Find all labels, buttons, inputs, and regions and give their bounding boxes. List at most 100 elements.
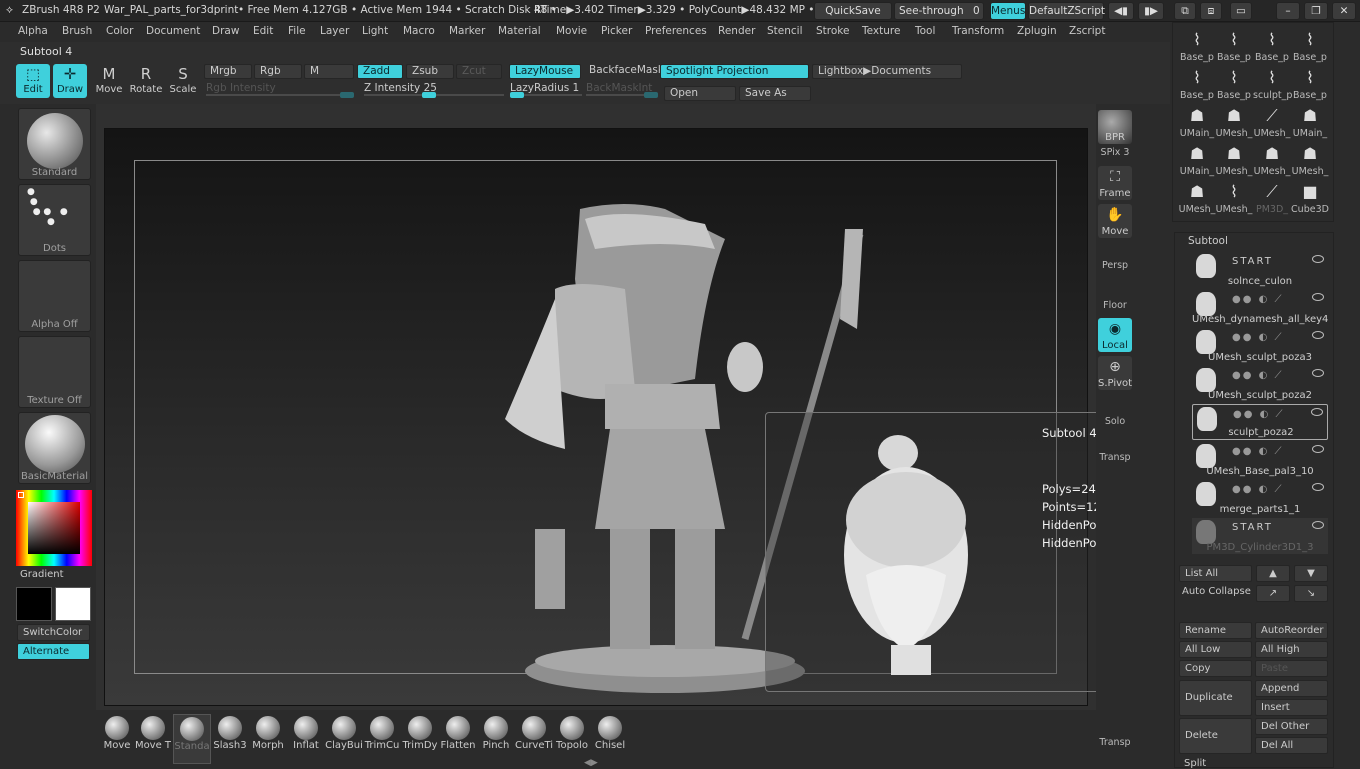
transp-bottom-button[interactable]: Transp bbox=[1096, 737, 1134, 748]
default-zscript-button[interactable]: DefaultZScript bbox=[1028, 2, 1105, 20]
menu-zscript[interactable]: Zscript bbox=[1069, 25, 1105, 37]
tool-tile-12[interactable]: ☗ UMain_ bbox=[1178, 142, 1216, 180]
brush-chisel[interactable]: Chisel bbox=[591, 714, 629, 764]
layout-icon[interactable]: ⧉ bbox=[1174, 2, 1196, 20]
stroke-picker[interactable]: ● ● ● ● ● ● Dots bbox=[18, 184, 91, 256]
menu-layer[interactable]: Layer bbox=[320, 25, 349, 37]
menu-stroke[interactable]: Stroke bbox=[816, 25, 849, 37]
menu-edit[interactable]: Edit bbox=[253, 25, 273, 37]
bpr-button[interactable]: BPR bbox=[1098, 110, 1132, 144]
insert-button[interactable]: Insert bbox=[1255, 699, 1328, 716]
brush-trimdynamic[interactable]: TrimDy bbox=[401, 714, 439, 764]
solo-button[interactable]: Solo bbox=[1096, 416, 1134, 427]
brush-claybuildup[interactable]: ClayBui bbox=[325, 714, 363, 764]
minimize-icon[interactable]: – bbox=[1276, 2, 1300, 20]
rgb-intensity-knob[interactable] bbox=[340, 92, 354, 98]
subtool-toggles-icon[interactable]: ●● ◐ ⟋ bbox=[1232, 332, 1284, 343]
brush-slash3[interactable]: Slash3 bbox=[211, 714, 249, 764]
tool-tile-5[interactable]: ⌇ Base_p bbox=[1215, 66, 1253, 104]
layout-prev-icon[interactable]: ◀▮ bbox=[1108, 2, 1134, 20]
color-square[interactable] bbox=[28, 502, 80, 554]
move-down-icon[interactable]: ↘ bbox=[1294, 585, 1328, 602]
menu-transform[interactable]: Transform bbox=[952, 25, 1004, 37]
eye-icon[interactable] bbox=[1311, 408, 1323, 416]
material-picker[interactable]: BasicMaterial bbox=[18, 412, 91, 484]
rgb-button[interactable]: Rgb bbox=[254, 64, 302, 79]
brush-standard[interactable]: Standa bbox=[173, 714, 211, 764]
split-section[interactable]: Split bbox=[1184, 758, 1206, 769]
switchcolor-button[interactable]: SwitchColor bbox=[17, 624, 90, 641]
menu-preferences[interactable]: Preferences bbox=[645, 25, 707, 37]
tool-tile-4[interactable]: ⌇ Base_p bbox=[1178, 66, 1216, 104]
color-picker[interactable] bbox=[16, 490, 92, 566]
persp-button[interactable]: Persp bbox=[1096, 260, 1134, 271]
menu-material[interactable]: Material bbox=[498, 25, 541, 37]
eye-icon[interactable] bbox=[1312, 483, 1324, 491]
paste-button[interactable]: Paste bbox=[1255, 660, 1328, 677]
move-button[interactable]: M Move bbox=[92, 64, 126, 98]
backmaskint-knob[interactable] bbox=[644, 92, 658, 98]
open-button[interactable]: Open bbox=[664, 86, 736, 101]
brush-trimcurve[interactable]: TrimCu bbox=[363, 714, 401, 764]
edit-button[interactable]: ⬚ Edit bbox=[16, 64, 50, 98]
move-up-icon[interactable]: ↗ bbox=[1256, 585, 1290, 602]
duplicate-button[interactable]: Duplicate bbox=[1179, 680, 1252, 716]
menus-button[interactable]: Menus bbox=[990, 2, 1026, 20]
subtool-toggles-icon[interactable]: ●● ◐ ⟋ bbox=[1232, 446, 1284, 457]
quicksave-button[interactable]: QuickSave bbox=[814, 2, 892, 20]
rgb-intensity-slider[interactable]: Rgb Intensity bbox=[206, 82, 354, 98]
tool-tile-7[interactable]: ⌇ Base_p bbox=[1291, 66, 1329, 104]
eye-icon[interactable] bbox=[1312, 255, 1324, 263]
eye-icon[interactable] bbox=[1312, 369, 1324, 377]
lightbox-documents-button[interactable]: Lightbox▶Documents bbox=[812, 64, 962, 79]
local-button[interactable]: ◉ Local bbox=[1098, 318, 1132, 352]
subtool-row-7[interactable]: START PM3D_Cylinder3D1_3 bbox=[1192, 518, 1328, 554]
maximize-icon[interactable]: ❐ bbox=[1304, 2, 1328, 20]
brush-morph[interactable]: Morph bbox=[249, 714, 287, 764]
tool-tile-14[interactable]: ☗ UMesh_ bbox=[1253, 142, 1291, 180]
layout-next-icon[interactable]: ▮▶ bbox=[1138, 2, 1164, 20]
brush-move-topological[interactable]: Move T bbox=[134, 714, 172, 764]
gradient-label[interactable]: Gradient bbox=[20, 569, 64, 580]
arrow-down-icon[interactable]: ▼ bbox=[1294, 565, 1328, 582]
texture-picker[interactable]: Texture Off bbox=[18, 336, 91, 408]
tool-tile-16[interactable]: ☗ UMesh_ bbox=[1178, 180, 1216, 218]
palette-icon[interactable]: ⧈ bbox=[1200, 2, 1222, 20]
subtool-toggles-icon[interactable]: ●● ◐ ⟋ bbox=[1232, 484, 1284, 495]
subtool-row-4-selected[interactable]: ●● ◐ ⟋ sculpt_poza2 bbox=[1192, 404, 1328, 440]
lazyradius-knob[interactable] bbox=[510, 92, 524, 98]
rename-button[interactable]: Rename bbox=[1179, 622, 1252, 639]
seethrough-slider[interactable]: See-through 0 bbox=[894, 2, 984, 20]
menu-picker[interactable]: Picker bbox=[601, 25, 632, 37]
autoreorder-button[interactable]: AutoReorder bbox=[1255, 622, 1328, 639]
brush-pinch[interactable]: Pinch bbox=[477, 714, 515, 764]
brush-picker[interactable]: Standard bbox=[18, 108, 91, 180]
tool-tile-9[interactable]: ☗ UMesh_ bbox=[1215, 104, 1253, 142]
arrow-up-icon[interactable]: ▲ bbox=[1256, 565, 1290, 582]
spivot-button[interactable]: ⊕ S.Pivot bbox=[1098, 356, 1132, 390]
subtool-toggles-icon[interactable]: ●● ◐ ⟋ bbox=[1233, 409, 1285, 420]
eye-icon[interactable] bbox=[1312, 445, 1324, 453]
floor-button[interactable]: Floor bbox=[1096, 300, 1134, 311]
tool-tile-1[interactable]: ⌇ Base_p bbox=[1215, 28, 1253, 66]
tool-tile-8[interactable]: ☗ UMain_ bbox=[1178, 104, 1216, 142]
del-all-button[interactable]: Del All bbox=[1255, 737, 1328, 754]
copy-button[interactable]: Copy bbox=[1179, 660, 1252, 677]
menu-draw[interactable]: Draw bbox=[212, 25, 239, 37]
spotlight-projection-button[interactable]: Spotlight Projection bbox=[660, 64, 809, 79]
eye-icon[interactable] bbox=[1312, 331, 1324, 339]
tool-tile-11[interactable]: ☗ UMain_ bbox=[1291, 104, 1329, 142]
alpha-picker[interactable]: Alpha Off bbox=[18, 260, 91, 332]
tool-tile-0[interactable]: ⌇ Base_p bbox=[1178, 28, 1216, 66]
subtool-row-3[interactable]: ●● ◐ ⟋ UMesh_sculpt_poza2 bbox=[1192, 366, 1328, 402]
dock-icon[interactable]: ▭ bbox=[1230, 2, 1252, 20]
menu-zplugin[interactable]: Zplugin bbox=[1017, 25, 1057, 37]
shelf-expand-icon[interactable]: ◀▶ bbox=[584, 758, 598, 768]
transp-button[interactable]: Transp bbox=[1096, 452, 1134, 463]
draw-button[interactable]: ✛ Draw bbox=[53, 64, 87, 98]
menu-light[interactable]: Light bbox=[362, 25, 388, 37]
save-as-button[interactable]: Save As bbox=[739, 86, 811, 101]
tool-tile-19[interactable]: ■ Cube3D bbox=[1291, 180, 1329, 218]
lazyradius-slider[interactable]: LazyRadius 1 bbox=[510, 82, 582, 98]
mrgb-button[interactable]: Mrgb bbox=[204, 64, 252, 79]
